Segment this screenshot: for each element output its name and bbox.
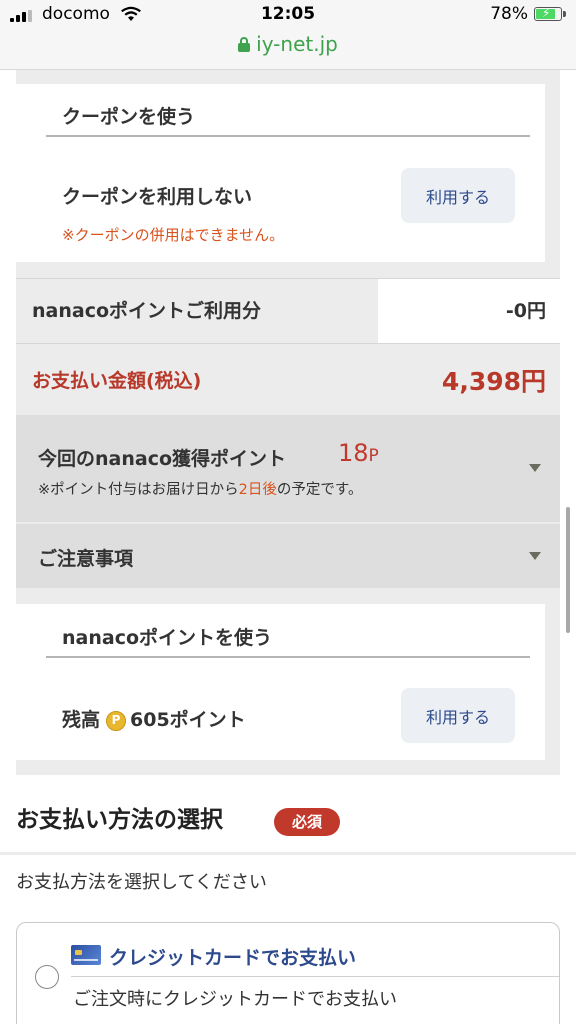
earned-points-note: ※ポイント付与はお届け日から2日後の予定です。 bbox=[38, 482, 363, 498]
payment-option-description: ご注文時にクレジットカードでお支払い bbox=[73, 989, 397, 1010]
nanaco-discount-label: nanacoポイントご利用分 bbox=[32, 300, 262, 322]
battery-percent: 78% bbox=[490, 4, 528, 24]
nanaco-use-button[interactable]: 利用する bbox=[401, 688, 515, 743]
coupon-card: クーポンを使う クーポンを利用しない 利用する ※クーポンの併用はできません。 bbox=[16, 84, 545, 262]
earned-points-value: 18P bbox=[338, 439, 379, 467]
payment-option-divider bbox=[71, 976, 559, 977]
lock-icon bbox=[238, 37, 251, 52]
total-value: 4,398円 bbox=[441, 367, 546, 396]
total-label: お支払い金額(税込) bbox=[32, 370, 202, 392]
battery-icon: ⚡ bbox=[534, 6, 566, 21]
section-divider bbox=[0, 852, 576, 855]
earned-points-accordion[interactable]: 今回のnanaco獲得ポイント 18P ※ポイント付与はお届け日から2日後の予定… bbox=[16, 415, 560, 522]
url-text: iy-net.jp bbox=[256, 32, 338, 56]
coupon-title: クーポンを使う bbox=[62, 106, 196, 128]
coupon-divider bbox=[46, 135, 530, 137]
earned-points-label: 今回のnanaco獲得ポイント bbox=[38, 448, 287, 470]
coupon-status: クーポンを利用しない bbox=[62, 186, 253, 208]
nanaco-balance: 残高 P 605ポイント bbox=[62, 709, 246, 731]
payment-section-title: お支払い方法の選択 bbox=[16, 807, 223, 833]
payment-radio[interactable] bbox=[35, 965, 59, 989]
payment-option-label: クレジットカードでお支払い bbox=[109, 947, 357, 969]
status-bar: docomo 12:05 78% ⚡ iy-net.jp bbox=[0, 0, 576, 70]
point-coin-icon: P bbox=[106, 711, 127, 731]
nanaco-divider bbox=[46, 656, 530, 658]
row-divider bbox=[16, 343, 560, 344]
chevron-down-icon bbox=[529, 552, 541, 560]
payment-instruction: お支払方法を選択してください bbox=[16, 872, 267, 893]
coupon-note: ※クーポンの併用はできません。 bbox=[62, 226, 285, 244]
nanaco-discount-value: -0円 bbox=[505, 300, 546, 322]
required-badge: 必須 bbox=[274, 808, 340, 836]
row-divider bbox=[16, 278, 560, 279]
chevron-down-icon bbox=[529, 464, 541, 472]
nanaco-points-card: nanacoポイントを使う 残高 P 605ポイント 利用する bbox=[16, 604, 545, 760]
nanaco-use-title: nanacoポイントを使う bbox=[62, 627, 273, 649]
url-bar[interactable]: iy-net.jp bbox=[0, 32, 576, 56]
notice-label: ご注意事項 bbox=[38, 548, 134, 570]
scrollbar-thumb[interactable] bbox=[566, 507, 570, 633]
notice-accordion[interactable]: ご注意事項 bbox=[16, 524, 560, 588]
payment-option-credit-card[interactable]: クレジットカードでお支払い ご注文時にクレジットカードでお支払い bbox=[16, 922, 560, 1024]
coupon-use-button[interactable]: 利用する bbox=[401, 168, 515, 223]
credit-card-icon bbox=[71, 945, 101, 965]
